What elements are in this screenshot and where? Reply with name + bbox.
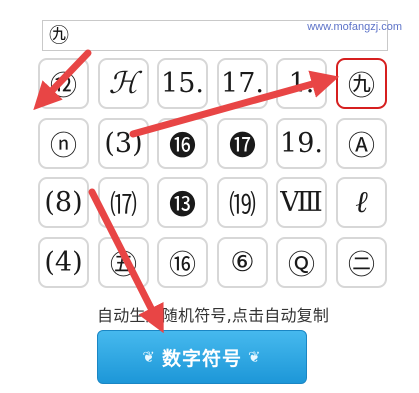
symbol-glyph: ⑥ <box>230 247 255 278</box>
symbol-cell[interactable]: ℋ <box>98 58 149 109</box>
symbol-cell[interactable]: 1. <box>276 58 327 109</box>
swirl-right-icon: ❦ <box>248 348 262 366</box>
symbol-glyph: 17. <box>221 68 264 99</box>
symbol-cell[interactable]: Ⅷ <box>276 177 327 228</box>
symbol-cell[interactable]: ㊈ <box>336 58 387 109</box>
symbol-cell[interactable]: ⒄ <box>98 177 149 228</box>
symbol-glyph: (4) <box>44 247 83 278</box>
symbol-cell[interactable]: ㊄ <box>98 237 149 288</box>
symbol-glyph: ⑯ <box>169 250 196 281</box>
symbol-glyph: ℋ <box>108 66 139 101</box>
symbol-glyph: ⒆ <box>229 190 256 221</box>
symbol-cell[interactable]: ⑫ <box>38 58 89 109</box>
symbol-cell[interactable]: ⓝ <box>38 118 89 169</box>
symbol-glyph: ⒄ <box>110 190 137 221</box>
symbol-cell[interactable]: ⓰ <box>157 118 208 169</box>
symbol-cell[interactable]: ⑯ <box>157 237 208 288</box>
symbol-glyph: 1. <box>288 68 315 99</box>
generate-number-symbols-button[interactable]: ❦ 数字符号 ❦ <box>97 330 307 384</box>
symbol-glyph: 19. <box>280 128 323 159</box>
symbol-glyph: ⓭ <box>169 190 196 221</box>
symbol-cell[interactable]: ㊁ <box>336 237 387 288</box>
symbol-glyph: (3) <box>104 128 143 159</box>
symbol-cell[interactable]: ℓ <box>336 177 387 228</box>
symbol-glyph: 15. <box>161 68 204 99</box>
symbol-glyph: Ⓠ <box>288 250 315 281</box>
symbol-cell[interactable]: ⓭ <box>157 177 208 228</box>
symbol-glyph: ㊄ <box>110 250 137 281</box>
button-label: 数字符号 <box>161 347 242 370</box>
symbol-glyph: Ⓐ <box>348 131 375 162</box>
symbol-glyph: (8) <box>44 187 83 218</box>
swirl-left-icon: ❦ <box>142 348 156 366</box>
symbol-cell[interactable]: (4) <box>38 237 89 288</box>
symbol-cell[interactable]: Ⓐ <box>336 118 387 169</box>
symbol-cell[interactable]: 15. <box>157 58 208 109</box>
symbol-cell[interactable]: 19. <box>276 118 327 169</box>
symbol-glyph: ⓱ <box>229 131 256 162</box>
symbol-cell[interactable]: ⓱ <box>217 118 268 169</box>
symbol-glyph: ㊁ <box>348 250 375 281</box>
symbol-glyph: ⓰ <box>169 131 196 162</box>
symbol-cell[interactable]: Ⓠ <box>276 237 327 288</box>
symbol-glyph: Ⅷ <box>280 187 323 218</box>
site-watermark: www.mofangzj.com <box>307 21 402 33</box>
symbol-glyph: ℓ <box>355 185 368 220</box>
symbol-glyph: ⓝ <box>50 131 77 162</box>
symbol-cell[interactable]: (3) <box>98 118 149 169</box>
symbol-cell[interactable]: (8) <box>38 177 89 228</box>
symbol-cell[interactable]: ⒆ <box>217 177 268 228</box>
symbol-cell[interactable]: ⑥ <box>217 237 268 288</box>
symbol-cell[interactable]: 17. <box>217 58 268 109</box>
symbol-glyph: ⑫ <box>50 71 77 102</box>
symbol-glyph: ㊈ <box>348 71 375 102</box>
instruction-text: 自动生成随机符号,点击自动复制 <box>97 306 330 325</box>
